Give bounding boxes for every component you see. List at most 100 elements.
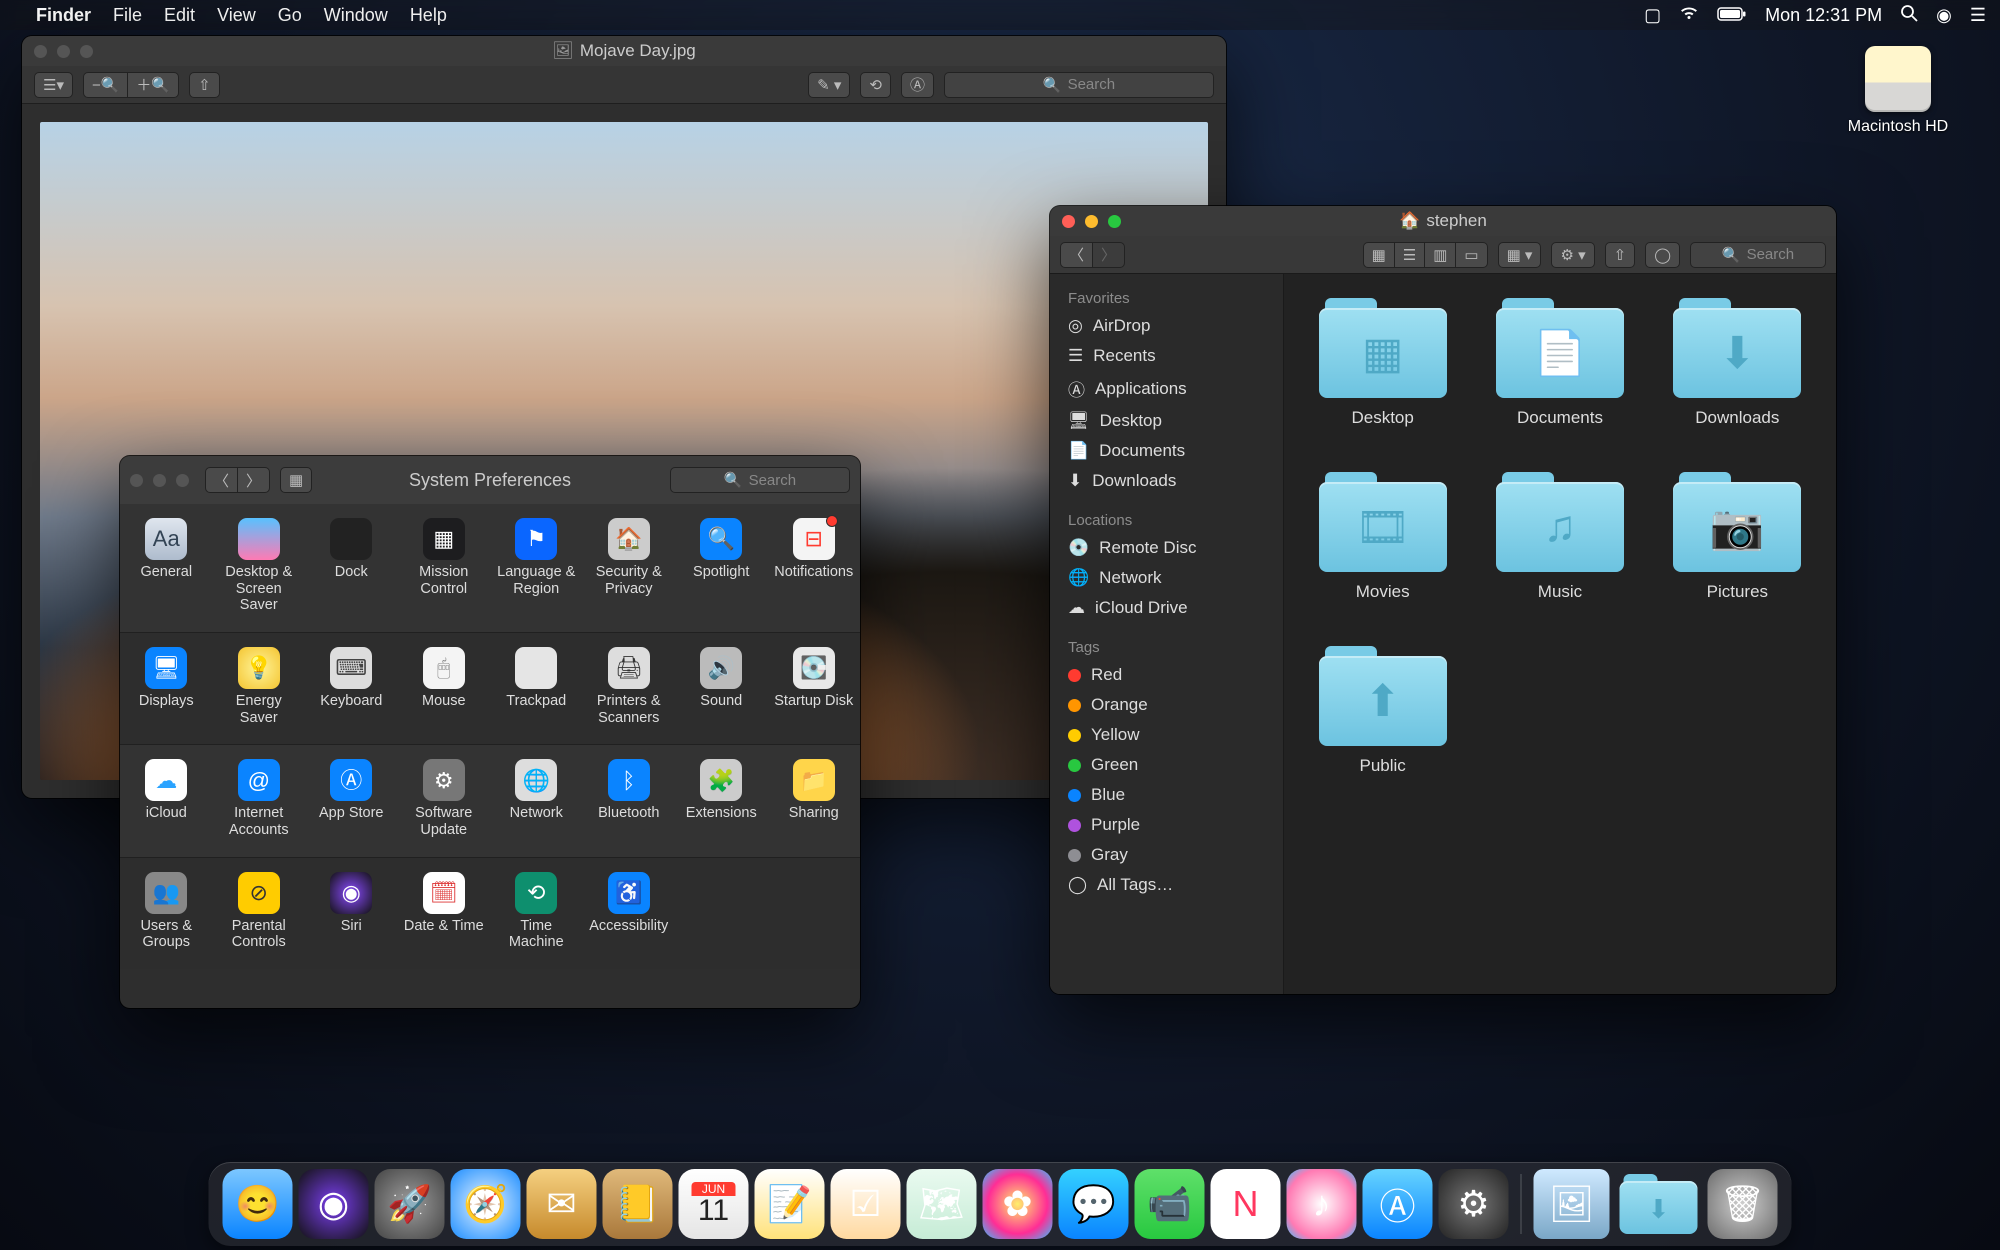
sidebar-tag-yellow[interactable]: Yellow <box>1050 720 1283 750</box>
window-controls[interactable] <box>34 45 93 58</box>
menu-go[interactable]: Go <box>278 5 302 26</box>
sidebar-item-recents[interactable]: ☰Recents <box>1050 341 1283 371</box>
dock-system-preferences[interactable]: ⚙ <box>1439 1169 1509 1239</box>
sidebar-tag-orange[interactable]: Orange <box>1050 690 1283 720</box>
battery-icon[interactable] <box>1717 5 1747 26</box>
dock-app-store[interactable]: Ⓐ <box>1363 1169 1433 1239</box>
pref-startup-disk[interactable]: 💽Startup Disk <box>768 647 861 726</box>
dock-reminders[interactable]: ☑ <box>831 1169 901 1239</box>
dock-notes[interactable]: 📝 <box>755 1169 825 1239</box>
dock-desktop-thumb[interactable]: 🖼 <box>1534 1169 1610 1239</box>
airplay-icon[interactable]: ▢ <box>1644 5 1661 26</box>
pref-internet-accounts[interactable]: @Internet Accounts <box>213 759 306 838</box>
dock-contacts[interactable]: 📒 <box>603 1169 673 1239</box>
dock-messages[interactable]: 💬 <box>1059 1169 1129 1239</box>
show-all-button[interactable]: ▦ <box>280 467 312 493</box>
sidebar-tag-green[interactable]: Green <box>1050 750 1283 780</box>
preview-search[interactable]: 🔍 Search <box>944 72 1214 98</box>
desktop-volume[interactable]: Macintosh HD <box>1838 46 1958 136</box>
pref-date-time[interactable]: 🗓Date & Time <box>398 872 491 951</box>
share-button[interactable]: ⇧ <box>1605 242 1636 268</box>
pref-app-store[interactable]: ⒶApp Store <box>305 759 398 838</box>
pref-time-machine[interactable]: ⟲Time Machine <box>490 872 583 951</box>
annotate-button[interactable]: Ⓐ <box>901 72 934 98</box>
finder-content[interactable]: ▦Desktop 📄Documents ⬇Downloads 🎞Movies ♫… <box>1284 274 1836 994</box>
window-controls[interactable] <box>1062 215 1121 228</box>
dock-siri[interactable]: ◉ <box>299 1169 369 1239</box>
folder-movies[interactable]: 🎞Movies <box>1310 472 1455 602</box>
arrange-button[interactable]: ▦ ▾ <box>1498 242 1542 268</box>
dock-news[interactable]: N <box>1211 1169 1281 1239</box>
folder-downloads[interactable]: ⬇Downloads <box>1665 298 1810 428</box>
pref-spotlight[interactable]: 🔍Spotlight <box>675 518 768 614</box>
list-view-button[interactable]: ☰ <box>1394 242 1424 268</box>
sidebar-item-applications[interactable]: ⒶApplications <box>1050 371 1283 406</box>
pref-keyboard[interactable]: ⌨Keyboard <box>305 647 398 726</box>
window-controls[interactable] <box>130 474 189 487</box>
pref-icloud[interactable]: ☁iCloud <box>120 759 213 838</box>
sidebar-item-icloud-drive[interactable]: ☁iCloud Drive <box>1050 593 1283 623</box>
pref-sharing[interactable]: 📁Sharing <box>768 759 861 838</box>
dock-mail[interactable]: ✉ <box>527 1169 597 1239</box>
view-switcher[interactable]: ▦ ☰ ▥ ▭ <box>1363 242 1488 268</box>
folder-documents[interactable]: 📄Documents <box>1487 298 1632 428</box>
folder-pictures[interactable]: 📷Pictures <box>1665 472 1810 602</box>
dock-calendar[interactable]: JUN 11 <box>679 1169 749 1239</box>
dock-facetime[interactable]: 📹 <box>1135 1169 1205 1239</box>
pref-language-region[interactable]: ⚑Language & Region <box>490 518 583 614</box>
dock-finder[interactable]: 😊 <box>223 1169 293 1239</box>
sidebar-item-desktop[interactable]: 🖥Desktop <box>1050 406 1283 436</box>
sysprefs-search[interactable]: 🔍 Search <box>670 467 850 493</box>
pref-trackpad[interactable]: Trackpad <box>490 647 583 726</box>
forward-button[interactable]: 〉 <box>1092 242 1125 268</box>
wifi-icon[interactable] <box>1679 5 1699 26</box>
dock-safari[interactable]: 🧭 <box>451 1169 521 1239</box>
sidebar-item-downloads[interactable]: ⬇Downloads <box>1050 466 1283 496</box>
menu-view[interactable]: View <box>217 5 256 26</box>
tags-button[interactable]: ◯ <box>1645 242 1680 268</box>
sidebar-item-documents[interactable]: 📄Documents <box>1050 436 1283 466</box>
sidebar-item-network[interactable]: 🌐Network <box>1050 563 1283 593</box>
sidebar-item-airdrop[interactable]: ◎AirDrop <box>1050 311 1283 341</box>
pref-general[interactable]: AaGeneral <box>120 518 213 614</box>
pref-extensions[interactable]: 🧩Extensions <box>675 759 768 838</box>
preview-titlebar[interactable]: 🖼 Mojave Day.jpg <box>22 36 1226 66</box>
pref-mission-control[interactable]: ▦Mission Control <box>398 518 491 614</box>
zoom-out-button[interactable]: −🔍 <box>83 72 127 98</box>
back-button[interactable]: 〈 <box>1060 242 1092 268</box>
siri-menubar-icon[interactable]: ◉ <box>1936 5 1952 26</box>
forward-button[interactable]: 〉 <box>237 467 270 493</box>
icon-view-button[interactable]: ▦ <box>1363 242 1394 268</box>
pref-security-privacy[interactable]: 🏠Security & Privacy <box>583 518 676 614</box>
dock-launchpad[interactable]: 🚀 <box>375 1169 445 1239</box>
dock-trash[interactable]: 🗑 <box>1708 1169 1778 1239</box>
menu-edit[interactable]: Edit <box>164 5 195 26</box>
back-button[interactable]: 〈 <box>205 467 237 493</box>
sidebar-item-remote-disc[interactable]: 💿Remote Disc <box>1050 533 1283 563</box>
pref-notifications[interactable]: ⊟Notifications <box>768 518 861 614</box>
pref-desktop-screensaver[interactable]: Desktop & Screen Saver <box>213 518 306 614</box>
sidebar-tag-blue[interactable]: Blue <box>1050 780 1283 810</box>
pref-parental-controls[interactable]: ⊘Parental Controls <box>213 872 306 951</box>
pref-displays[interactable]: 🖥Displays <box>120 647 213 726</box>
menu-file[interactable]: File <box>113 5 142 26</box>
sidebar-tag-gray[interactable]: Gray <box>1050 840 1283 870</box>
action-button[interactable]: ⚙ ▾ <box>1551 242 1594 268</box>
gallery-view-button[interactable]: ▭ <box>1455 242 1487 268</box>
pref-accessibility[interactable]: ♿Accessibility <box>583 872 676 951</box>
menu-window[interactable]: Window <box>324 5 388 26</box>
sidebar-toggle-button[interactable]: ☰▾ <box>34 72 73 98</box>
menubar-app-name[interactable]: Finder <box>36 5 91 26</box>
pref-mouse[interactable]: 🖱Mouse <box>398 647 491 726</box>
share-button[interactable]: ⇧ <box>189 72 220 98</box>
spotlight-icon[interactable] <box>1900 4 1918 27</box>
pref-sound[interactable]: 🔊Sound <box>675 647 768 726</box>
pref-energy-saver[interactable]: 💡Energy Saver <box>213 647 306 726</box>
sidebar-all-tags[interactable]: ◯All Tags… <box>1050 870 1283 900</box>
zoom-in-button[interactable]: ＋🔍 <box>127 72 179 98</box>
folder-public[interactable]: ⬆Public <box>1310 646 1455 776</box>
finder-titlebar[interactable]: 🏠 stephen <box>1050 206 1836 236</box>
pref-bluetooth[interactable]: ᛒBluetooth <box>583 759 676 838</box>
folder-desktop[interactable]: ▦Desktop <box>1310 298 1455 428</box>
notification-center-icon[interactable]: ☰ <box>1970 5 1986 26</box>
